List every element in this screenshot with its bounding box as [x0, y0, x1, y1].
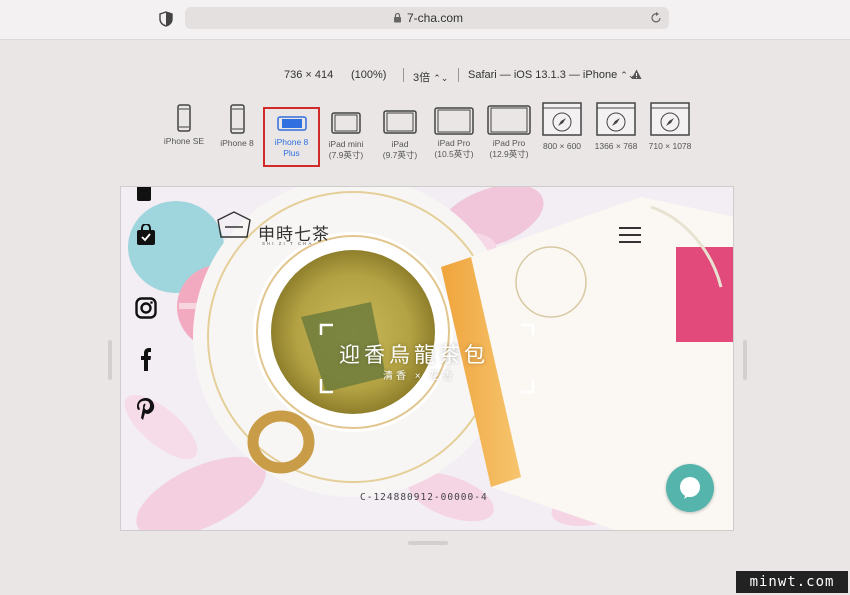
address-bar[interactable]: 7-cha.com: [185, 7, 669, 29]
user-agent-select[interactable]: Safari — iOS 13.1.3 — iPhone ⌃⌄: [468, 69, 635, 81]
responsive-info-bar: 736 × 414 (100%) 3倍 ⌃⌄ Safari — iOS 13.1…: [0, 68, 850, 84]
device-label-line2: (9.7英寸): [382, 150, 418, 160]
device-label: 710 × 1078: [648, 141, 692, 151]
shopping-bag-icon[interactable]: [135, 224, 157, 246]
device-ipad[interactable]: iPad (9.7英寸): [378, 110, 422, 160]
browser-window-icon: [596, 102, 636, 136]
device-label-line2: (10.5英寸): [434, 149, 474, 159]
device-iphone-se[interactable]: iPhone SE: [160, 104, 208, 146]
browser-toolbar: 7-cha.com: [0, 0, 850, 40]
device-710x1078[interactable]: 710 × 1078: [646, 102, 694, 151]
zoom-readout: (100%): [351, 69, 387, 81]
selected-device-highlight: [263, 107, 320, 167]
hero-title: 迎香烏龍茶包: [339, 343, 489, 367]
scale-label: 3倍: [413, 72, 431, 84]
reload-icon[interactable]: [650, 11, 662, 24]
resize-handle-left[interactable]: [108, 340, 112, 380]
menu-icon[interactable]: [619, 227, 641, 248]
facebook-icon[interactable]: [135, 347, 157, 371]
phone-top-icon[interactable]: [135, 186, 153, 203]
device-ipad-pro-10-5[interactable]: iPad Pro (10.5英寸): [430, 107, 478, 159]
tablet-landscape-icon: [331, 112, 361, 134]
tablet-landscape-icon: [487, 105, 531, 135]
device-label-line2: (7.9英寸): [328, 150, 364, 160]
resize-handle-bottom[interactable]: [408, 541, 448, 545]
divider: [403, 68, 404, 82]
url-text: 7-cha.com: [407, 11, 464, 25]
device-label: iPad: [391, 139, 409, 149]
product-code: C-124880912-00000-4: [360, 492, 488, 503]
lock-icon: [394, 12, 401, 23]
chevron-updown-icon: ⌃⌄: [433, 73, 449, 83]
device-ipad-pro-12-9[interactable]: iPad Pro (12.9英寸): [484, 105, 534, 159]
scale-select[interactable]: 3倍 ⌃⌄: [413, 69, 448, 85]
device-iphone-8[interactable]: iPhone 8: [215, 104, 259, 148]
shield-icon[interactable]: [159, 11, 173, 27]
device-ipad-mini[interactable]: iPad mini (7.9英寸): [323, 112, 369, 160]
browser-window-icon: [650, 102, 690, 136]
user-agent-label: Safari — iOS 13.1.3 — iPhone: [468, 69, 618, 81]
divider: [458, 68, 459, 82]
resize-handle-right[interactable]: [743, 340, 747, 380]
tablet-landscape-icon: [434, 107, 474, 135]
browser-window-icon: [542, 102, 582, 136]
pinterest-icon[interactable]: [135, 397, 157, 421]
watermark: minwt.com: [736, 571, 848, 593]
device-label: iPad Pro: [492, 138, 526, 148]
device-label: 800 × 600: [542, 141, 582, 151]
warning-icon[interactable]: [631, 69, 642, 80]
device-800x600[interactable]: 800 × 600: [540, 102, 584, 151]
dimensions-readout[interactable]: 736 × 414: [284, 69, 333, 81]
instagram-icon[interactable]: [135, 297, 157, 319]
device-preview-viewport[interactable]: 申時七茶 SHI ZI T CHA 迎香烏龍茶包 清香 × 花香 C-12488…: [120, 186, 734, 531]
chat-bubble-icon: [680, 477, 700, 499]
phone-icon: [229, 104, 245, 134]
phone-icon: [177, 104, 191, 132]
device-1366x768[interactable]: 1366 × 768: [592, 102, 640, 151]
device-label-line2: (12.9英寸): [489, 149, 529, 159]
device-label: 1366 × 768: [594, 141, 638, 151]
hero-subtitle: 清香 × 花香: [383, 371, 456, 382]
device-label: iPad mini: [328, 139, 364, 149]
device-label: iPad Pro: [437, 138, 471, 148]
tablet-landscape-icon: [383, 110, 417, 134]
chat-button[interactable]: [666, 464, 714, 512]
device-label: iPhone SE: [163, 136, 205, 146]
site-logo-subtext: SHI ZI T CHA: [262, 241, 314, 246]
device-label: iPhone 8: [220, 138, 254, 148]
